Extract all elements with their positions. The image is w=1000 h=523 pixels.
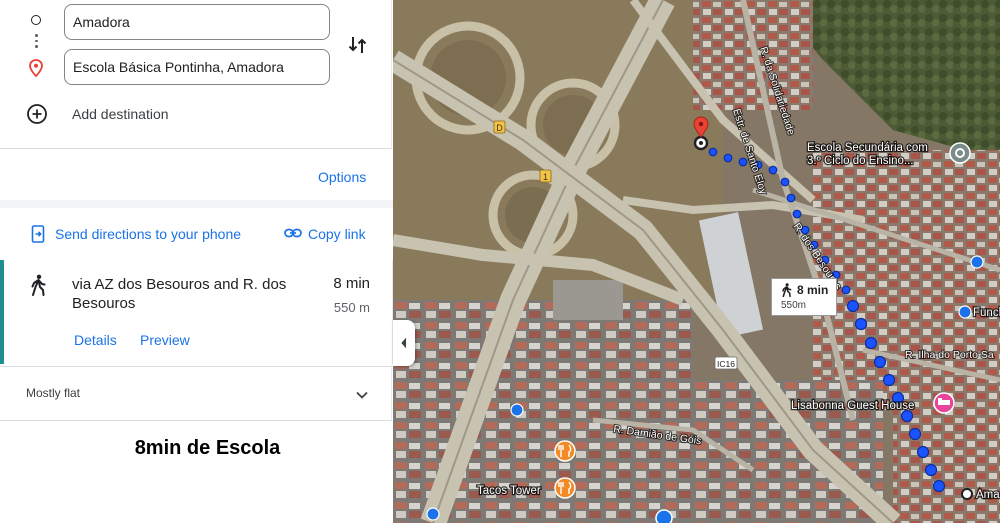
map-label-school-2: 3.º Ciclo do Ensino...	[807, 155, 913, 167]
origin-input[interactable]: Amadora	[64, 4, 330, 40]
eta-distance: 550m	[781, 300, 807, 311]
route-inputs-card: Amadora Escola Básica Pontinha, Amadora …	[0, 0, 392, 149]
road-shield-1-label: 1	[543, 172, 548, 182]
route-duration: 8 min	[333, 275, 370, 292]
chevron-left-icon	[401, 338, 407, 348]
satellite-map[interactable]: D 1 IC16 R. da Solidariedade Estr. de Sa…	[393, 0, 1000, 523]
road-shield-ic16-label: IC16	[717, 359, 735, 369]
chevron-down-icon[interactable]	[355, 387, 369, 405]
add-destination-icon[interactable]	[26, 103, 48, 130]
link-icon[interactable]	[284, 226, 302, 245]
swap-directions-icon[interactable]	[346, 33, 370, 62]
origin-circle-icon	[31, 15, 41, 25]
send-to-phone-icon[interactable]	[31, 225, 45, 248]
destination-pin-icon	[29, 59, 43, 82]
bus-stop-icon[interactable]	[510, 403, 524, 417]
details-button[interactable]: Details	[74, 332, 117, 348]
section-divider	[0, 200, 393, 208]
map-label-porto-santo: R. Ilha do Porto Sa	[905, 349, 994, 361]
route-option-card[interactable]: via AZ dos Besouros and R. dos Besouros …	[0, 260, 393, 364]
send-directions-to-phone-button[interactable]: Send directions to your phone	[55, 226, 241, 242]
restaurant-poi-icon[interactable]	[554, 440, 576, 462]
copy-link-button[interactable]: Copy link	[308, 226, 366, 242]
share-row: Send directions to your phone Copy link	[0, 209, 393, 257]
map-label-school-1: Escola Secundária com	[807, 142, 928, 154]
caption-text: 8min de Escola	[134, 437, 281, 459]
add-destination-button[interactable]: Add destination	[72, 106, 169, 122]
transit-station-icon[interactable]	[655, 509, 673, 523]
directions-panel: Amadora Escola Básica Pontinha, Amadora …	[0, 0, 393, 523]
route-distance: 550 m	[333, 300, 370, 315]
elevation-row[interactable]: Mostly flat	[0, 366, 392, 421]
eta-duration: 8 min	[797, 283, 829, 297]
hotel-poi-icon[interactable]	[933, 392, 955, 414]
map-label-tacos-tower: Tacos Tower	[477, 485, 541, 497]
route-connector-dots-icon	[35, 34, 38, 51]
bus-stop-icon[interactable]	[426, 507, 440, 521]
map-imagery: D 1 IC16 R. da Solidariedade Estr. de Sa…	[393, 0, 1000, 523]
collapse-panel-button[interactable]	[393, 320, 415, 366]
map-label-ama: Ama	[976, 489, 1000, 501]
map-label-guest-house: Lisabonna Guest House	[791, 400, 914, 412]
route-via-text: via AZ dos Besouros and R. dos Besouros	[72, 276, 287, 312]
bus-stop-icon[interactable]	[958, 305, 972, 319]
map-label-funch: Funch	[973, 307, 1000, 319]
destination-input[interactable]: Escola Básica Pontinha, Amadora	[64, 49, 330, 85]
options-button[interactable]: Options	[318, 169, 366, 185]
bus-stop-icon[interactable]	[970, 255, 984, 269]
route-eta-callout[interactable]: 8 min 550m	[771, 278, 837, 316]
restaurant-poi-icon[interactable]	[554, 477, 576, 499]
terrain-label: Mostly flat	[26, 386, 81, 400]
preview-button[interactable]: Preview	[140, 332, 190, 348]
origin-marker-icon[interactable]	[961, 488, 973, 500]
road-shield-d-label: D	[496, 123, 503, 133]
walking-icon	[30, 274, 46, 301]
school-poi-icon[interactable]	[949, 142, 971, 164]
